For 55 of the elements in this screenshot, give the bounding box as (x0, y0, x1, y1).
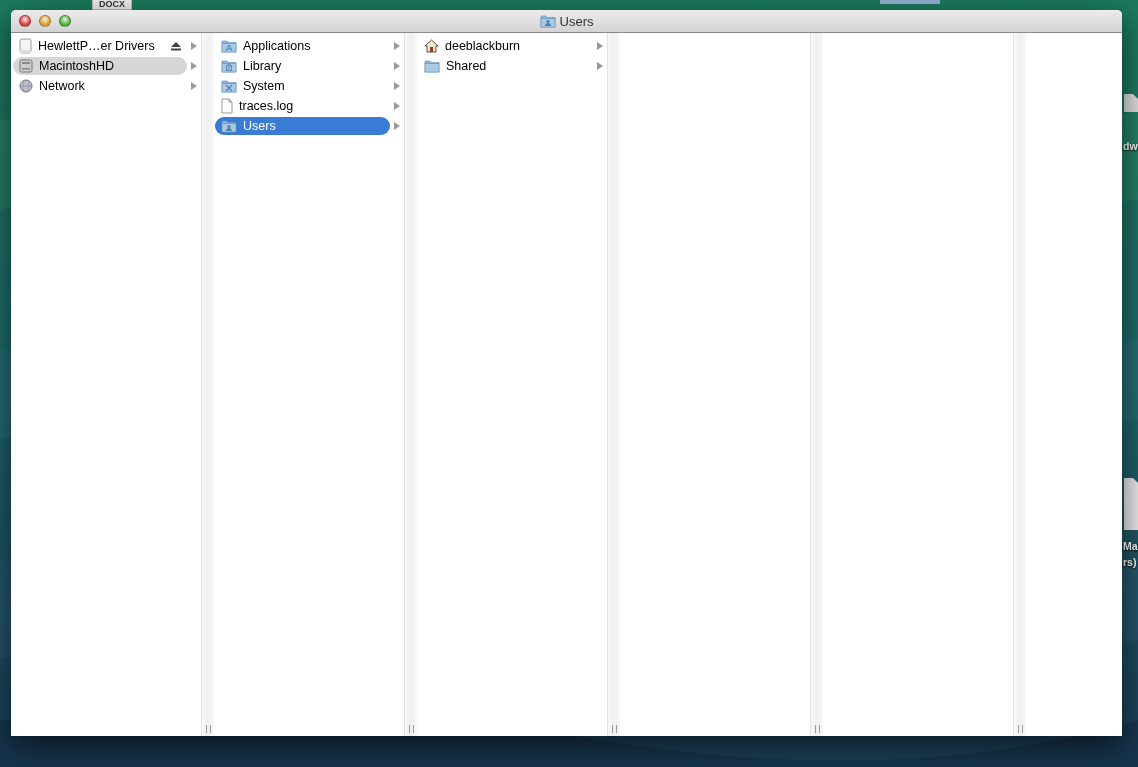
sidebar-item[interactable]: MacintoshHD (13, 57, 187, 75)
zoom-button[interactable] (59, 15, 71, 27)
window-title: Users (559, 13, 594, 29)
item-name: Network (39, 79, 86, 93)
users-folder-icon (221, 119, 237, 133)
folder-icon (424, 59, 440, 73)
item-name: System (243, 79, 286, 93)
desktop-file-icon[interactable] (1124, 478, 1138, 530)
disclosure-arrow-icon (191, 82, 197, 90)
document-icon (221, 98, 233, 114)
file-item[interactable]: deeblackburn (418, 37, 593, 55)
library-folder-icon (221, 59, 237, 73)
disclosure-arrow-icon (394, 122, 400, 130)
desktop-icon-label: rs) (1123, 556, 1137, 568)
users-folder-icon (539, 14, 556, 28)
item-name: HewlettP…er Drivers (38, 39, 156, 53)
resize-handle-icon[interactable] (408, 725, 414, 733)
close-button[interactable] (19, 15, 31, 27)
desktop-file-icon[interactable] (1124, 94, 1138, 112)
sidebar-item[interactable]: Network (13, 77, 187, 95)
disclosure-arrow-icon (394, 102, 400, 110)
item-name: Library (243, 59, 283, 73)
file-item[interactable]: Shared (418, 57, 593, 75)
minimize-button[interactable] (39, 15, 51, 27)
desktop-icon-label: Ma (1123, 540, 1138, 552)
sidebar-item[interactable]: HewlettP…er Drivers (13, 37, 187, 55)
resize-handle-icon[interactable] (205, 725, 211, 733)
file-item[interactable]: System (215, 77, 390, 95)
item-name: Users (243, 119, 277, 133)
file-item[interactable]: Users (215, 117, 390, 135)
eject-icon[interactable] (171, 41, 181, 51)
applications-folder-icon (221, 39, 237, 53)
resize-handle-icon[interactable] (1017, 725, 1023, 733)
resize-handle-icon[interactable] (814, 725, 820, 733)
item-name: deeblackburn (445, 39, 522, 53)
item-name: traces.log (239, 99, 295, 113)
system-folder-icon (221, 79, 237, 93)
globe-icon (19, 79, 33, 93)
item-name: Shared (446, 59, 488, 73)
disclosure-arrow-icon (394, 82, 400, 90)
disclosure-arrow-icon (597, 42, 603, 50)
file-item[interactable]: Applications (215, 37, 390, 55)
desktop-icon-label: dw (1123, 140, 1138, 152)
disclosure-arrow-icon (394, 62, 400, 70)
item-name: Applications (243, 39, 312, 53)
disclosure-arrow-icon (191, 42, 197, 50)
drive-icon (19, 38, 32, 54)
disclosure-arrow-icon (597, 62, 603, 70)
resize-handle-icon[interactable] (611, 725, 617, 733)
item-name: MacintoshHD (39, 59, 116, 73)
disclosure-arrow-icon (191, 62, 197, 70)
home-icon (424, 39, 439, 53)
file-item[interactable]: traces.log (215, 97, 390, 115)
file-item[interactable]: Library (215, 57, 390, 75)
disclosure-arrow-icon (394, 42, 400, 50)
